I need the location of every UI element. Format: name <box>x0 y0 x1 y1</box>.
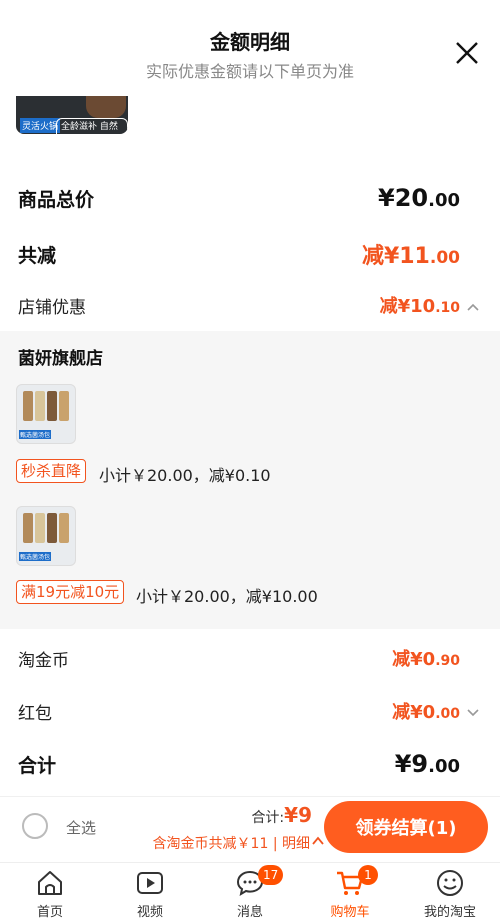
tab-home[interactable]: 首页 <box>0 863 100 921</box>
tab-label: 购物车 <box>330 905 370 920</box>
checkout-total: 合计:¥9 <box>251 803 312 827</box>
store-name: 菌妍旗舰店 <box>18 349 103 369</box>
thumb-tag: 全龄滋补 自然味道 <box>56 118 128 134</box>
video-icon <box>137 872 163 894</box>
tab-video[interactable]: 视频 <box>100 863 200 921</box>
tab-label: 视频 <box>136 905 163 920</box>
cart-badge: 1 <box>358 865 378 885</box>
thumb-tag: 灵活火锅 <box>20 118 61 133</box>
chevron-up-icon[interactable] <box>466 302 480 312</box>
image-caption: 甄选菌汤包 <box>19 430 52 439</box>
tab-label: 我的淘宝 <box>423 905 476 920</box>
saving-detail-link[interactable]: 含淘金币共减￥11 | 明细 <box>153 833 310 853</box>
total-reduce-row: 共减 减¥11.00 <box>18 238 460 270</box>
product-image: 甄选菌汤包 <box>16 384 76 444</box>
message-badge: 17 <box>258 865 284 885</box>
product-image: 甄选菌汤包 <box>16 506 76 566</box>
item-subtotal: 小计￥20.00，减¥0.10 <box>99 466 271 485</box>
coin-label: 淘金币 <box>18 650 69 671</box>
sum-label: 合计 <box>18 754 57 777</box>
promo-tag: 满19元减10元 <box>16 580 125 604</box>
product-thumbnail-partial: 灵活火锅 全龄滋补 自然味道 <box>16 96 128 134</box>
tab-profile[interactable]: 我的淘宝 <box>400 863 500 921</box>
total-reduce-value: 减¥11.00 <box>361 244 460 269</box>
tab-message[interactable]: 17 消息 <box>200 863 300 921</box>
select-all-radio[interactable] <box>22 813 48 839</box>
page-subtitle: 实际优惠金额请以下单页为准 <box>145 62 354 81</box>
profile-icon <box>437 870 463 896</box>
tab-label: 消息 <box>236 905 263 920</box>
checkout-bar: 全选 合计:¥9 含淘金币共减￥11 | 明细 领券结算(1) <box>0 796 500 862</box>
store-discount-row[interactable]: 店铺优惠 减¥10.10 <box>18 292 460 318</box>
store-discount-value: 减¥10.10 <box>379 296 460 317</box>
item-subtotal: 小计￥20.00，减¥10.00 <box>136 587 318 606</box>
redpacket-value: 减¥0.00 <box>392 702 460 723</box>
sum-value: ¥9.00 <box>394 750 460 778</box>
goods-total-row: 商品总价 ¥20.00 <box>18 184 460 212</box>
redpacket-label: 红包 <box>18 703 52 724</box>
close-icon[interactable] <box>452 38 482 68</box>
chevron-up-icon[interactable] <box>312 836 324 846</box>
goods-total-label: 商品总价 <box>18 188 95 211</box>
detail-header: 金额明细 实际优惠金额请以下单页为准 <box>0 0 500 96</box>
tab-label: 首页 <box>36 905 63 920</box>
image-caption: 甄选菌汤包 <box>19 552 52 561</box>
coin-row: 淘金币 减¥0.90 <box>18 645 460 671</box>
store-discount-label: 店铺优惠 <box>18 297 86 318</box>
home-icon <box>38 871 62 895</box>
checkout-button[interactable]: 领券结算(1) <box>324 801 488 853</box>
page-title: 金额明细 <box>210 30 290 54</box>
coin-value: 减¥0.90 <box>392 649 460 670</box>
total-reduce-label: 共减 <box>18 244 57 267</box>
chevron-down-icon[interactable] <box>466 707 480 717</box>
bottom-tab-bar: 首页 视频 17 消息 1 购物车 我的淘宝 <box>0 862 500 921</box>
sum-row: 合计 ¥9.00 <box>18 750 460 778</box>
goods-total-value: ¥20.00 <box>378 184 460 212</box>
promo-tag: 秒杀直降 <box>16 459 87 483</box>
tab-cart[interactable]: 1 购物车 <box>300 863 400 921</box>
redpacket-row[interactable]: 红包 减¥0.00 <box>18 698 460 724</box>
select-all-label[interactable]: 全选 <box>66 817 96 838</box>
